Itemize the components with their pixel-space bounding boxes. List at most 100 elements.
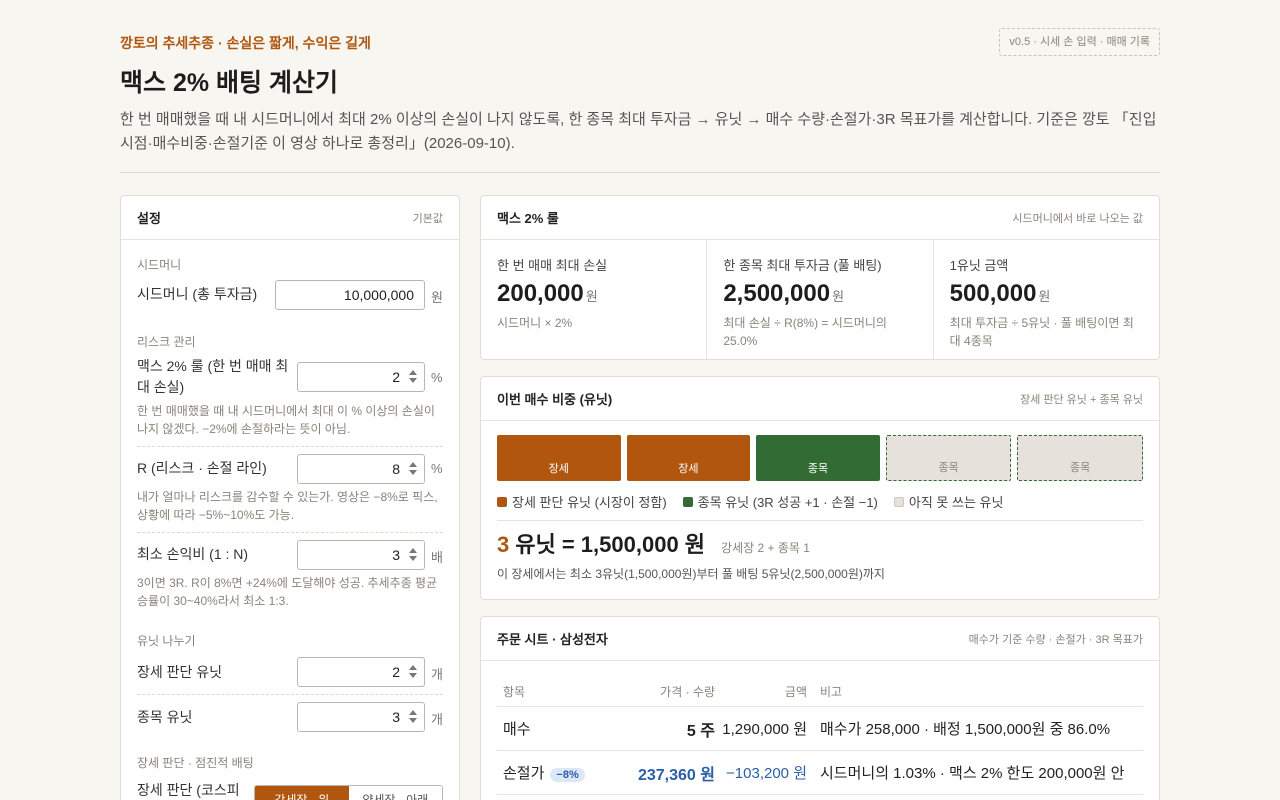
- units-total: 3 유닛 = 1,500,000 원 강세장 2 + 종목 1: [497, 527, 810, 559]
- max-rule-input[interactable]: 2: [297, 362, 425, 392]
- table-header: 항목 가격 · 수량 금액 비고: [497, 677, 1143, 707]
- market-unit-input[interactable]: 2: [297, 657, 425, 687]
- unit-blocks: 장세 장세 종목 종목 종목: [497, 435, 1143, 481]
- max2-sub: 시드머니에서 바로 나오는 값: [1012, 212, 1143, 225]
- stat-max-loss: 한 번 매매 최대 손실 200,000 원 시드머니 × 2%: [481, 240, 708, 359]
- market-unit-value: 2: [392, 664, 400, 680]
- unit-block-market: 장세: [497, 435, 621, 481]
- units-breakdown: 강세장 2 + 종목 1: [721, 541, 810, 555]
- row-divider: [137, 694, 443, 695]
- r-unit: %: [431, 461, 443, 476]
- stepper-icon[interactable]: [408, 370, 418, 384]
- units-sub: 장세 판단 유닛 + 종목 유닛: [1020, 393, 1143, 406]
- unit-section-label: 유닛 나누기: [137, 634, 196, 648]
- stat-label: 한 종목 최대 투자금 (풀 배팅): [723, 258, 882, 273]
- market-unit-label: 장세 판단 유닛: [137, 664, 223, 680]
- rr-label: 최소 손익비 (1 : N): [137, 546, 249, 562]
- stepper-icon[interactable]: [408, 710, 418, 724]
- page-title: 맥스 2% 배팅 계산기: [120, 69, 338, 97]
- stat-unit: 원: [1038, 289, 1051, 304]
- max-rule-value: 2: [392, 369, 400, 385]
- max-rule-help: 한 번 매매했을 때 내 시드머니에서 최대 이 % 이상의 손실이 나지 않겠…: [137, 404, 435, 436]
- seed-label: 시드머니 (총 투자금): [137, 286, 258, 302]
- stock-unit-unit: 개: [431, 712, 443, 727]
- col-item: 항목: [503, 685, 526, 699]
- stat-label: 한 번 매매 최대 손실: [497, 258, 608, 273]
- seed-section-label: 시드머니: [137, 258, 182, 272]
- row-amount: 1,290,000 원: [722, 721, 807, 738]
- units-total-text: 유닛 = 1,500,000 원: [515, 532, 706, 557]
- row-item: 매수: [503, 721, 531, 738]
- stat-max-invest: 한 종목 최대 투자금 (풀 배팅) 2,500,000 원 최대 손실 ÷ R(…: [707, 240, 934, 359]
- row-note: 시드머니의 1.03% · 맥스 2% 한도 200,000원 안: [820, 765, 1125, 782]
- table-row: 손절가 −8% 237,360 원 −103,200 원 시드머니의 1.03% …: [497, 751, 1143, 795]
- rr-value: 3: [392, 547, 400, 563]
- divider: [497, 520, 1143, 521]
- stat-value: 500,000: [949, 280, 1037, 307]
- r-value: 8: [392, 461, 400, 477]
- seed-unit: 원: [431, 290, 443, 305]
- r-input[interactable]: 8: [297, 454, 425, 484]
- order-sub: 매수가 기준 수량 · 손절가 · 3R 목표가: [968, 633, 1143, 646]
- unit-block-empty: 종목: [885, 435, 1012, 481]
- stop-loss-badge: −8%: [550, 768, 585, 782]
- settings-card: 설정 기본값 시드머니 시드머니 (총 투자금) 10,000,000 원 리스…: [120, 195, 460, 800]
- reset-defaults-link[interactable]: 기본값: [413, 210, 443, 226]
- eyebrow: 깡토의 추세추종 · 손실은 짧게, 수익은 길게: [120, 35, 371, 51]
- order-title: 주문 시트 · 삼성전자: [497, 632, 608, 647]
- bull-market-option[interactable]: 강세장 · 위: [255, 786, 349, 800]
- stepper-icon[interactable]: [408, 665, 418, 679]
- row-divider: [137, 446, 443, 447]
- stat-label: 1유닛 금액: [949, 258, 1009, 273]
- market-unit-unit: 개: [431, 667, 443, 682]
- unit-block-stock: 종목: [756, 435, 880, 481]
- col-price-qty: 가격 · 수량: [660, 685, 715, 699]
- stat-unit: 원: [832, 289, 845, 304]
- r-help: 내가 얼마나 리스크를 감수할 수 있는가. 영상은 −8%로 픽스, 상황에 …: [137, 490, 438, 522]
- max2-card: 맥스 2% 룰 시드머니에서 바로 나오는 값 한 번 매매 최대 손실 200…: [480, 195, 1160, 360]
- seed-input[interactable]: 10,000,000: [275, 280, 425, 310]
- row-qty: 5 주: [686, 722, 715, 740]
- market-section-label: 장세 판단 · 점진적 배팅: [137, 756, 254, 770]
- stat-value: 2,500,000: [723, 280, 831, 307]
- rr-input[interactable]: 3: [297, 540, 425, 570]
- max2-title: 맥스 2% 룰: [497, 211, 559, 226]
- order-sheet-card: 주문 시트 · 삼성전자 매수가 기준 수량 · 손절가 · 3R 목표가 항목…: [480, 616, 1160, 800]
- stock-unit-label: 종목 유닛: [137, 709, 193, 725]
- divider: [120, 172, 1160, 173]
- unit-legend: 장세 판단 유닛 (시장이 정함) 종목 유닛 (3R 성공 +1 · 손절 −…: [497, 492, 1003, 511]
- row-item: 손절가 −8%: [497, 762, 615, 783]
- bear-market-option[interactable]: 약세장 · 아래: [348, 786, 442, 800]
- col-note: 비고: [820, 685, 843, 699]
- stat-note: 최대 투자금 ÷ 5유닛 · 풀 배팅이면 최대 4종목: [949, 316, 1134, 348]
- table-row: 매수 5 주 1,290,000 원 매수가 258,000 · 배정 1,50…: [497, 707, 1143, 751]
- stat-note: 시드머니 × 2%: [497, 316, 573, 330]
- legend-stock: 종목 유닛 (3R 성공 +1 · 손절 −1): [682, 492, 878, 511]
- stat-unit-amount: 1유닛 금액 500,000 원 최대 투자금 ÷ 5유닛 · 풀 배팅이면 최대…: [934, 240, 1159, 359]
- units-card: 이번 매수 비중 (유닛) 장세 판단 유닛 + 종목 유닛 장세 장세 종목 …: [480, 376, 1160, 600]
- stat-value: 200,000: [497, 280, 584, 307]
- stock-unit-value: 3: [392, 709, 400, 725]
- r-label: R (리스크 · 손절 라인): [137, 460, 267, 476]
- legend-empty: 아직 못 쓰는 유닛: [893, 492, 1003, 511]
- row-divider: [137, 532, 443, 533]
- units-note: 이 장세에서는 최소 3유닛(1,500,000원)부터 풀 배팅 5유닛(2,…: [497, 567, 885, 581]
- order-table: 항목 가격 · 수량 금액 비고 매수 5 주 1,290,000 원 매수가 …: [497, 677, 1143, 795]
- stat-unit: 원: [585, 289, 598, 304]
- intro-text: 한 번 매매했을 때 내 시드머니에서 최대 2% 이상의 손실이 나지 않도록…: [120, 111, 1157, 152]
- max-rule-unit: %: [431, 370, 443, 385]
- rr-unit: 배: [431, 550, 443, 565]
- row-amount: −103,200 원: [726, 765, 807, 782]
- unit-block-market: 장세: [626, 435, 751, 481]
- stepper-icon[interactable]: [408, 548, 418, 562]
- market-toggle[interactable]: 강세장 · 위 약세장 · 아래: [254, 785, 443, 800]
- stock-unit-input[interactable]: 3: [297, 702, 425, 732]
- unit-block-empty: 종목: [1017, 435, 1143, 481]
- stat-note: 최대 손실 ÷ R(8%) = 시드머니의 25.0%: [723, 316, 887, 348]
- row-note: 매수가 258,000 · 배정 1,500,000원 중 86.0%: [820, 721, 1111, 738]
- stepper-icon[interactable]: [408, 462, 418, 476]
- col-amount: 금액: [784, 685, 807, 699]
- max-rule-label: 맥스 2% 룰 (한 번 매매 최대 손실): [137, 358, 289, 395]
- row-qty: 237,360 원: [637, 766, 715, 784]
- risk-section-label: 리스크 관리: [137, 335, 196, 349]
